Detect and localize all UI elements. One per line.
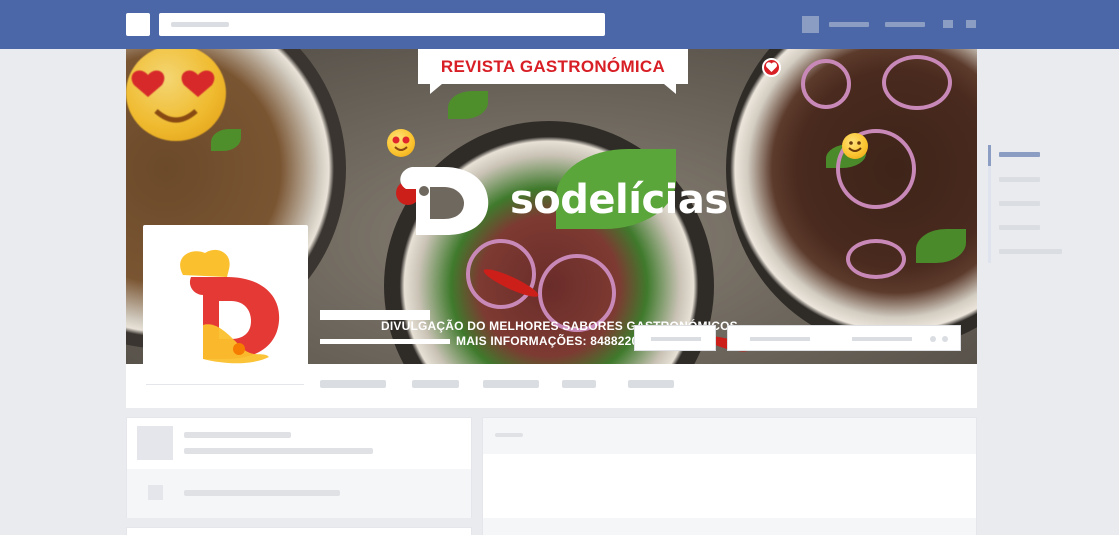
- magazine-banner: REVISTA GASTRONÓMICA: [418, 49, 688, 94]
- subtitle-placeholder-bar: [320, 339, 450, 344]
- composer-header-label: [495, 433, 523, 437]
- side-menu-item[interactable]: [999, 177, 1040, 182]
- tab-about[interactable]: [412, 380, 459, 388]
- emoji-smile-icon: [842, 133, 868, 159]
- post-composer-panel[interactable]: [482, 417, 977, 535]
- tab-more[interactable]: [628, 380, 674, 388]
- composer-footer: [483, 518, 976, 535]
- panel-subtitle-placeholder: [184, 448, 373, 454]
- follow-label-placeholder: [750, 337, 810, 341]
- panel-title-placeholder: [184, 432, 291, 438]
- panel-avatar-placeholder: [137, 426, 173, 460]
- side-menu-item[interactable]: [999, 201, 1040, 206]
- user-avatar[interactable]: [802, 16, 819, 33]
- banner-title: REVISTA GASTRONÓMICA: [440, 57, 666, 76]
- profile-divider: [146, 384, 304, 385]
- profile-picture[interactable]: [143, 225, 308, 385]
- nav-notifications-icon[interactable]: [966, 20, 976, 28]
- tab-likes[interactable]: [562, 380, 596, 388]
- onion-ring: [846, 239, 906, 279]
- side-menu-item[interactable]: [999, 152, 1040, 157]
- left-panel-2: [126, 527, 472, 535]
- top-navigation-bar: [0, 0, 1119, 49]
- like-button[interactable]: [634, 325, 716, 351]
- heart-icon: [762, 58, 781, 77]
- brand-logo-white: [400, 167, 489, 235]
- panel-footer-icon: [148, 485, 163, 500]
- brand-logo-icon: [180, 249, 280, 364]
- like-label-placeholder: [651, 337, 701, 341]
- side-menu-item[interactable]: [999, 249, 1062, 254]
- more-dot-icon: [930, 336, 936, 342]
- left-info-panel: [126, 417, 472, 518]
- emoji-heart-eyes-small-icon: [387, 129, 415, 157]
- herb-leaf: [448, 91, 488, 119]
- brand-name: sodelícias: [510, 177, 728, 223]
- site-logo-icon[interactable]: [126, 13, 150, 36]
- tab-photos[interactable]: [483, 380, 539, 388]
- emoji-heart-eyes-icon: [126, 49, 226, 141]
- onion-ring: [882, 55, 952, 110]
- search-placeholder-line: [171, 22, 229, 27]
- more-dot-icon: [942, 336, 948, 342]
- tab-home[interactable]: [320, 380, 386, 388]
- side-menu-active-indicator: [988, 145, 991, 166]
- composer-header: [483, 418, 976, 454]
- panel-footer-line: [184, 490, 340, 496]
- nav-item-profile[interactable]: [829, 22, 869, 27]
- nav-item-home[interactable]: [885, 22, 925, 27]
- side-menu-item[interactable]: [999, 225, 1040, 230]
- page-tabs-bar: [126, 364, 977, 408]
- onion-ring: [801, 59, 851, 109]
- nav-friends-icon[interactable]: [943, 20, 953, 28]
- follow-share-buttons[interactable]: [727, 325, 961, 351]
- cover-contact: MAIS INFORMAÇÕES: 84882205: [456, 334, 646, 348]
- search-input[interactable]: [159, 13, 605, 36]
- share-label-placeholder: [852, 337, 912, 341]
